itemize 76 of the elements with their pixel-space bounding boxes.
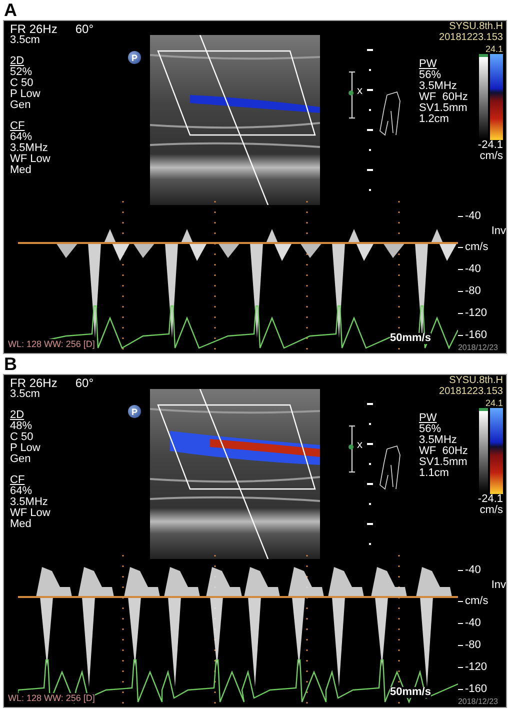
timestamp: 20181223.153	[439, 32, 503, 43]
mode-setting: WF Low	[10, 508, 52, 519]
date: 2018/12/23	[458, 344, 498, 352]
axis-label: -80	[458, 280, 506, 302]
mode-setting: P Low	[10, 89, 42, 100]
gate-label: x	[357, 440, 362, 451]
gate-label: x	[357, 86, 362, 97]
mode-setting: WF 60Hz	[419, 446, 468, 457]
scale-min: -24.1	[478, 140, 503, 151]
axis-label: -40	[458, 205, 506, 227]
scale-unit: cm/s	[480, 505, 503, 516]
mode-setting: C 50	[10, 78, 34, 89]
arm-outline-drawing	[378, 91, 400, 137]
axis-label: -120	[458, 656, 506, 678]
gate-marker-icon	[348, 425, 356, 473]
mode-title: PW	[419, 413, 438, 424]
date: 2018/12/23	[458, 698, 498, 706]
mode-setting: WF Low	[10, 154, 52, 165]
depth-value: 3.5cm	[10, 389, 41, 400]
angle-value: 60°	[75, 377, 94, 389]
frame-rate: FR 26Hz	[10, 377, 58, 389]
mode-setting: 3.5MHz	[419, 435, 458, 446]
window-level: WL: 128 WW: 256 [D]	[8, 339, 95, 349]
mode-setting: 56%	[419, 424, 442, 435]
panel-label: A	[3, 0, 18, 20]
axis-label: -120	[458, 302, 506, 324]
scale-min: -24.1	[478, 494, 503, 505]
axis-note: Inv	[491, 581, 506, 590]
mode-setting: 64%	[10, 486, 34, 497]
mode-setting: 48%	[10, 421, 34, 432]
axis-label: -40	[458, 258, 506, 280]
angle-value: 60°	[75, 23, 94, 35]
sweep-speed: 50mm/s	[390, 687, 431, 698]
axis-label: -80	[458, 634, 506, 656]
mode-setting: 3.5MHz	[419, 81, 458, 92]
mode-setting: 56%	[419, 70, 442, 81]
scale-unit: cm/s	[480, 151, 503, 162]
frame-rate: FR 26Hz	[10, 23, 58, 35]
scale-max: 24.1	[485, 399, 503, 408]
mode-setting: C 50	[10, 432, 34, 443]
probe-badge: P	[128, 405, 141, 418]
axis-label: cm/s	[458, 236, 506, 258]
mode-setting: 3.5MHz	[10, 143, 49, 154]
arm-outline-drawing	[378, 445, 400, 491]
mode-setting: Gen	[10, 454, 32, 465]
mode-setting: SV1.5mm	[419, 103, 468, 114]
axis-note: Inv	[491, 227, 506, 236]
mode-setting: SV1.5mm	[419, 457, 468, 468]
window-level: WL: 128 WW: 256 [D]	[8, 693, 95, 703]
axis-label: -40	[458, 559, 506, 581]
site-name: SYSU.8th.H	[449, 21, 503, 32]
sweep-speed: 50mm/s	[390, 333, 431, 344]
gate-marker-icon	[348, 71, 356, 119]
mode-title: 2D	[10, 410, 26, 421]
axis-label: -40	[458, 612, 506, 634]
mode-title: CF	[10, 475, 26, 486]
mode-title: 2D	[10, 56, 26, 67]
site-name: SYSU.8th.H	[449, 375, 503, 386]
mode-setting: WF 60Hz	[419, 92, 468, 103]
timestamp: 20181223.153	[439, 386, 503, 397]
mode-setting: Med	[10, 519, 32, 530]
mode-setting: 1.1cm	[419, 468, 450, 479]
mode-title: CF	[10, 121, 26, 132]
mode-setting: 1.2cm	[419, 114, 450, 125]
mode-title: PW	[419, 59, 438, 70]
mode-setting: Med	[10, 165, 32, 176]
mode-setting: P Low	[10, 443, 42, 454]
probe-badge: P	[128, 51, 141, 64]
mode-setting: 3.5MHz	[10, 497, 49, 508]
mode-setting: 64%	[10, 132, 34, 143]
mode-setting: Gen	[10, 100, 32, 111]
panel-label: B	[3, 354, 18, 374]
depth-value: 3.5cm	[10, 35, 41, 46]
scale-max: 24.1	[485, 45, 503, 54]
axis-label: cm/s	[458, 590, 506, 612]
mode-setting: 52%	[10, 67, 34, 78]
